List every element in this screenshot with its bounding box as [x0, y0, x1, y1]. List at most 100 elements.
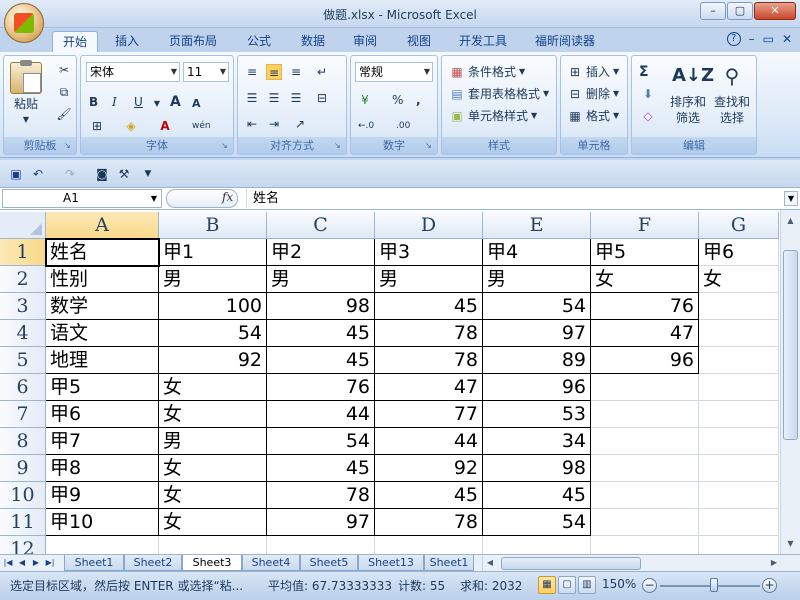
chevron-down-icon[interactable]: ▼	[149, 96, 165, 112]
cell-d2[interactable]: 男	[375, 266, 483, 293]
cell-c12[interactable]	[267, 536, 375, 554]
column-header-g[interactable]: G	[699, 212, 779, 239]
page-break-view-icon[interactable]: ▥	[578, 576, 596, 594]
column-header-c[interactable]: C	[267, 212, 375, 239]
normal-view-icon[interactable]: ▦	[538, 576, 556, 594]
cell-b7[interactable]: 女	[159, 401, 267, 428]
shrink-font-button[interactable]: A	[189, 94, 204, 114]
column-header-f[interactable]: F	[591, 212, 699, 239]
cell-b5[interactable]: 92	[159, 347, 267, 374]
tab-review[interactable]: 审阅	[342, 31, 388, 52]
autosum-button[interactable]: Σ	[636, 62, 652, 82]
cell-d1[interactable]: 甲3	[375, 239, 483, 266]
row-header-12[interactable]: 12	[0, 536, 46, 554]
tab-home[interactable]: 开始	[52, 31, 98, 52]
cell-a11[interactable]: 甲10	[46, 509, 159, 536]
delete-cells-button[interactable]: ⊟ 删除 ▼	[564, 84, 622, 104]
align-top-icon[interactable]: ≡	[244, 64, 260, 80]
cell-styles-button[interactable]: ▣ 单元格样式 ▼	[446, 106, 540, 126]
cell-e5[interactable]: 89	[483, 347, 591, 374]
cell-g3[interactable]	[699, 293, 779, 320]
insert-function-icon[interactable]: fx	[222, 190, 233, 204]
cell-e9[interactable]: 98	[483, 455, 591, 482]
cell-c5[interactable]: 45	[267, 347, 375, 374]
comma-button[interactable]: ,	[413, 90, 424, 110]
close-button[interactable]: ✕	[754, 2, 796, 20]
cell-f2[interactable]: 女	[591, 266, 699, 293]
row-header-6[interactable]: 6	[0, 374, 46, 401]
cell-b11[interactable]: 女	[159, 509, 267, 536]
horizontal-scroll-thumb[interactable]	[501, 557, 641, 570]
save-icon[interactable]: ▣	[8, 166, 24, 182]
cell-c1[interactable]: 甲2	[267, 239, 375, 266]
cell-g4[interactable]	[699, 320, 779, 347]
office-button[interactable]	[4, 3, 44, 43]
cell-b3[interactable]: 100	[159, 293, 267, 320]
cell-d12[interactable]	[375, 536, 483, 554]
restore-button[interactable]: ▢	[727, 2, 753, 20]
cell-e4[interactable]: 97	[483, 320, 591, 347]
paste-button[interactable]: 粘贴 ▼	[8, 60, 44, 128]
cell-e12[interactable]	[483, 536, 591, 554]
sheet-tab-sheet1[interactable]: Sheet1	[64, 555, 124, 571]
scroll-down-icon[interactable]: ▼	[782, 535, 799, 552]
font-size-combo[interactable]: 11 ▼	[183, 62, 229, 82]
camera-icon[interactable]: ◙	[94, 166, 110, 182]
cell-d9[interactable]: 92	[375, 455, 483, 482]
cell-c6[interactable]: 76	[267, 374, 375, 401]
tab-formulas[interactable]: 公式	[236, 31, 282, 52]
sheet-tab-sheet13[interactable]: Sheet13	[358, 555, 424, 571]
next-sheet-icon[interactable]: ▶	[30, 556, 42, 570]
cell-f11[interactable]	[591, 509, 699, 536]
vertical-scroll-thumb[interactable]	[783, 250, 798, 440]
cell-g5[interactable]	[699, 347, 779, 374]
align-center-icon[interactable]: ☰	[266, 90, 282, 106]
cell-d7[interactable]: 77	[375, 401, 483, 428]
worksheet-grid[interactable]: A B C D E F G 1 姓名 甲1 甲2 甲3 甲4 甲5 甲6 2 性别男男男男女女 3 数学 100 98 4…	[0, 210, 780, 554]
cell-b6[interactable]: 女	[159, 374, 267, 401]
column-header-d[interactable]: D	[375, 212, 483, 239]
cell-a4[interactable]: 语文	[46, 320, 159, 347]
cut-icon[interactable]: ✂	[56, 62, 72, 78]
cell-g1[interactable]: 甲6	[699, 239, 779, 266]
scroll-left-icon[interactable]: ◀	[483, 555, 497, 570]
redo-icon[interactable]: ↷	[62, 166, 78, 182]
ribbon-minimize-icon[interactable]: –	[749, 32, 755, 46]
dialog-launcher-icon[interactable]: ↘	[221, 141, 231, 151]
tab-foxit-reader[interactable]: 福昕阅读器	[526, 31, 604, 52]
cell-e8[interactable]: 34	[483, 428, 591, 455]
cell-b8[interactable]: 男	[159, 428, 267, 455]
cell-e2[interactable]: 男	[483, 266, 591, 293]
cell-f8[interactable]	[591, 428, 699, 455]
cell-g7[interactable]	[699, 401, 779, 428]
first-sheet-icon[interactable]: |◀	[2, 556, 14, 570]
cell-e11[interactable]: 54	[483, 509, 591, 536]
cell-e6[interactable]: 96	[483, 374, 591, 401]
copy-icon[interactable]: ⧉	[56, 84, 72, 100]
cell-c10[interactable]: 78	[267, 482, 375, 509]
formula-input[interactable]: 姓名	[246, 189, 782, 208]
row-header-10[interactable]: 10	[0, 482, 46, 509]
format-painter-icon[interactable]: 🖌	[56, 106, 72, 122]
sheet-tab-sheet1-partial[interactable]: Sheet1	[424, 555, 474, 571]
horizontal-scrollbar[interactable]: ◀ ▶	[482, 556, 782, 571]
select-all-corner[interactable]	[0, 212, 46, 239]
cell-g8[interactable]	[699, 428, 779, 455]
align-middle-icon[interactable]: ≡	[266, 64, 282, 80]
cell-c9[interactable]: 45	[267, 455, 375, 482]
cell-c7[interactable]: 44	[267, 401, 375, 428]
cell-a12[interactable]	[46, 536, 159, 554]
cell-d3[interactable]: 45	[375, 293, 483, 320]
clear-icon[interactable]: ◇	[640, 108, 656, 124]
cell-a5[interactable]: 地理	[46, 347, 159, 374]
font-color-icon[interactable]: A	[157, 118, 173, 134]
decrease-indent-icon[interactable]: ⇤	[244, 116, 260, 132]
cell-g6[interactable]	[699, 374, 779, 401]
row-header-3[interactable]: 3	[0, 293, 46, 320]
increase-indent-icon[interactable]: ⇥	[266, 116, 282, 132]
cell-d6[interactable]: 47	[375, 374, 483, 401]
row-header-5[interactable]: 5	[0, 347, 46, 374]
grow-font-button[interactable]: A	[167, 92, 184, 112]
cell-b12[interactable]	[159, 536, 267, 554]
sort-filter-button[interactable]: A↓Z 排序和 筛选	[668, 60, 714, 126]
